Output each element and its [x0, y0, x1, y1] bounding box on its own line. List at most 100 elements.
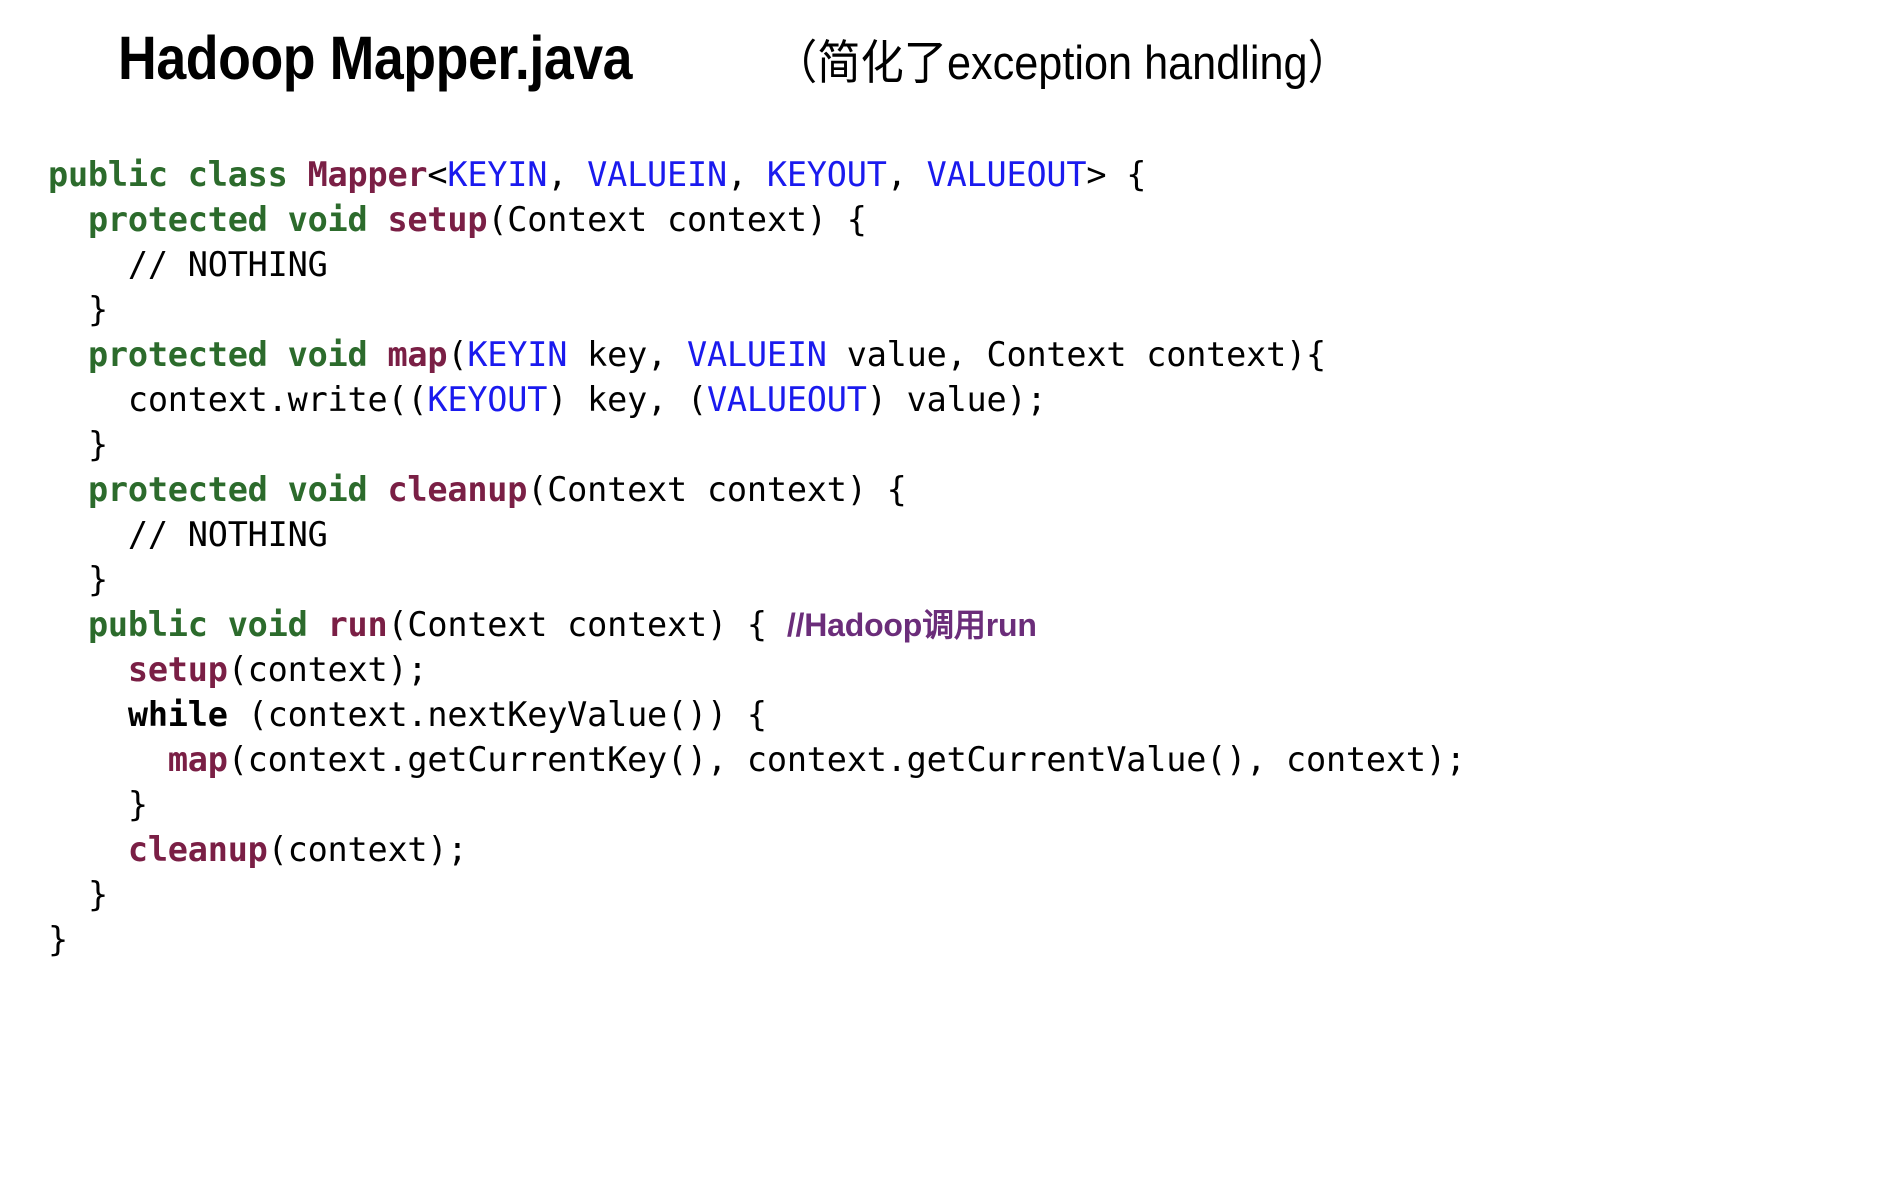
code-token-gen: VALUEIN [587, 155, 727, 194]
code-token-gen: KEYIN [467, 335, 568, 374]
code-line: } [48, 917, 1868, 962]
code-line: } [48, 782, 1868, 827]
code-block: public class Mapper<KEYIN, VALUEIN, KEYO… [48, 152, 1868, 962]
code-token-kw: void [287, 335, 368, 374]
code-line: } [48, 422, 1868, 467]
code-token-plain: ) value); [866, 380, 1047, 419]
code-token-gen: VALUEOUT [706, 380, 867, 419]
slide-title-row: Hadoop Mapper.java （简化了exception handlin… [118, 26, 1401, 90]
code-token-name: setup [387, 200, 488, 239]
title-annotation: （简化了exception handling） [774, 36, 1352, 89]
code-line: protected void cleanup(Context context) … [48, 467, 1868, 512]
code-token-plain: , [886, 155, 927, 194]
code-token-kw: protected [87, 200, 268, 239]
code-token-plain: context.write(( [127, 380, 428, 419]
code-line: public class Mapper<KEYIN, VALUEIN, KEYO… [48, 152, 1868, 197]
code-token-plain: } [127, 785, 148, 824]
code-token-kw: protected [87, 335, 268, 374]
code-token-plain: (Context context) { [387, 605, 787, 644]
code-token-plain: ( [447, 335, 468, 374]
code-token-gen: KEYOUT [427, 380, 548, 419]
code-token-plain: (Context context) { [487, 200, 867, 239]
code-token-name: map [167, 740, 228, 779]
code-line: // NOTHING [48, 242, 1868, 287]
code-token-plain: (Context context) { [527, 470, 907, 509]
code-token-plain: (context.getCurrentKey(), context.getCur… [227, 740, 1466, 779]
code-line: } [48, 872, 1868, 917]
code-token-name: map [387, 335, 448, 374]
code-token-plain: , [726, 155, 767, 194]
code-token-kw: void [287, 200, 368, 239]
slide-canvas: Hadoop Mapper.java （简化了exception handlin… [0, 0, 1886, 1192]
code-line: // NOTHING [48, 512, 1868, 557]
code-token-plain: (context); [267, 830, 468, 869]
page-title: Hadoop Mapper.java [118, 24, 633, 92]
code-line: while (context.nextKeyValue()) { [48, 692, 1868, 737]
code-token-gen: KEYIN [447, 155, 548, 194]
code-token-plain: } [87, 290, 108, 329]
code-token-plain: ) key, ( [547, 380, 707, 419]
code-line: protected void setup(Context context) { [48, 197, 1868, 242]
code-token-plain: value, Context context){ [826, 335, 1326, 374]
code-token-kw: protected [87, 470, 268, 509]
code-token-name: run [327, 605, 388, 644]
code-token-plain: (context); [227, 650, 428, 689]
code-token-plain: (context.nextKeyValue()) { [227, 695, 767, 734]
code-token-name: Mapper [307, 155, 428, 194]
code-line: } [48, 287, 1868, 332]
code-token-bold: while [127, 695, 228, 734]
code-token-plain: } [87, 560, 108, 599]
code-line: map(context.getCurrentKey(), context.get… [48, 737, 1868, 782]
code-line: public void run(Context context) { //Had… [48, 602, 1868, 647]
code-token-gen: VALUEIN [687, 335, 827, 374]
code-line: cleanup(context); [48, 827, 1868, 872]
code-token-plain: } [87, 425, 108, 464]
code-token-gen: KEYOUT [766, 155, 887, 194]
code-token-kw: void [287, 470, 368, 509]
code-token-kw: class [187, 155, 288, 194]
code-token-name: setup [127, 650, 228, 689]
code-token-cmt: // NOTHING [127, 245, 328, 284]
code-token-kw: public [48, 155, 168, 194]
code-token-plain: } [48, 920, 68, 959]
code-token-plain: } [87, 875, 108, 914]
code-token-plain: , [547, 155, 588, 194]
code-token-name: cleanup [387, 470, 528, 509]
code-line: context.write((KEYOUT) key, (VALUEOUT) v… [48, 377, 1868, 422]
code-token-plain: < [427, 155, 448, 194]
code-line: } [48, 557, 1868, 602]
code-token-cmt: // NOTHING [127, 515, 328, 554]
code-token-kw: void [227, 605, 308, 644]
code-token-plain: key, [567, 335, 687, 374]
code-token-plain: > { [1086, 155, 1147, 194]
code-token-name: cleanup [127, 830, 268, 869]
code-token-gen: VALUEOUT [926, 155, 1087, 194]
code-line: setup(context); [48, 647, 1868, 692]
code-line: protected void map(KEYIN key, VALUEIN va… [48, 332, 1868, 377]
code-token-kw: public [87, 605, 208, 644]
